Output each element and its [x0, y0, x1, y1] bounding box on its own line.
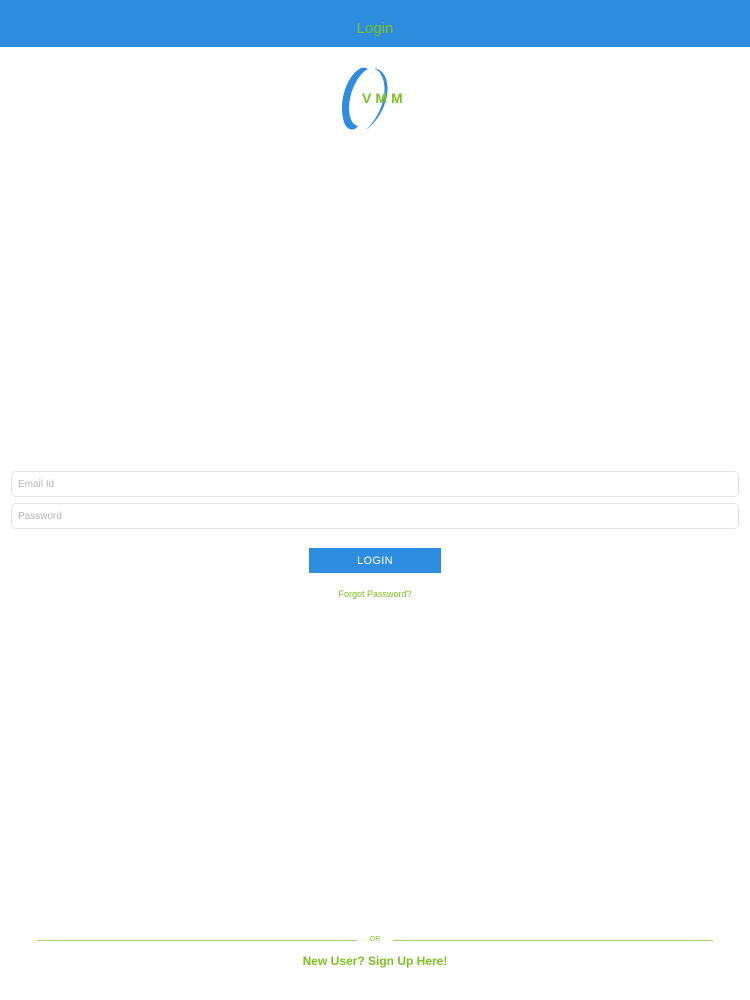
password-field[interactable]: [11, 503, 739, 529]
divider-right: [393, 940, 713, 941]
signup-link[interactable]: New User? Sign Up Here!: [0, 954, 750, 968]
svg-text:VMM: VMM: [362, 90, 407, 106]
logo-mark-icon: VMM: [341, 67, 407, 130]
navigation-bar: Login: [0, 0, 750, 47]
vmm-logo: VMM: [336, 64, 416, 134]
password-input[interactable]: [12, 504, 738, 528]
email-field[interactable]: [11, 471, 739, 497]
login-button[interactable]: LOGIN: [309, 548, 441, 573]
login-screen: Login VMM LOGIN Forgot Password? OR New …: [0, 0, 750, 1000]
page-title: Login: [356, 20, 394, 37]
email-input[interactable]: [12, 472, 738, 496]
forgot-password-link[interactable]: Forgot Password?: [0, 589, 750, 599]
